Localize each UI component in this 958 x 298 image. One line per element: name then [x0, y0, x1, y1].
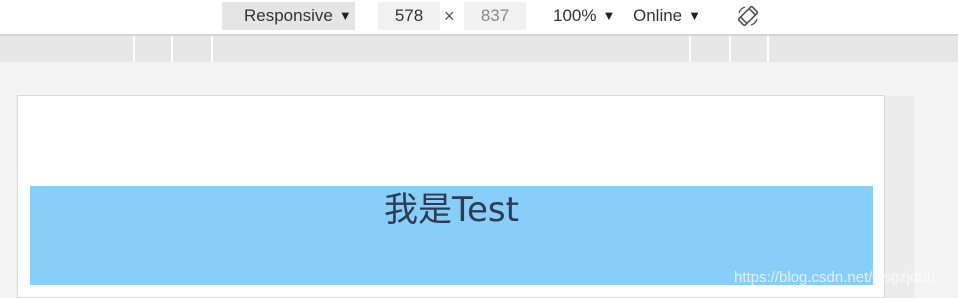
rotate-button[interactable]	[736, 4, 760, 28]
width-input[interactable]	[378, 2, 440, 30]
height-input[interactable]	[464, 2, 526, 30]
viewport-resize-handle[interactable]	[884, 96, 914, 298]
media-query-segment[interactable]	[729, 36, 731, 62]
chevron-down-icon: ▼	[602, 7, 616, 23]
watermark: https://blog.csdn.net/wsgzjdbb	[734, 269, 935, 286]
media-query-segment[interactable]	[211, 36, 213, 62]
media-query-segment[interactable]	[133, 36, 135, 62]
device-toolbar: Responsive ▼ × 100% ▼ Online ▼	[0, 0, 958, 34]
device-select-label: Responsive	[244, 6, 333, 25]
throttle-select[interactable]: Online ▼	[633, 2, 701, 30]
media-query-segment[interactable]	[171, 36, 173, 62]
media-query-bar	[0, 34, 958, 62]
rotate-icon	[737, 5, 759, 27]
device-viewport: 我是Test	[17, 95, 885, 298]
chevron-down-icon: ▼	[338, 7, 352, 23]
media-query-segment[interactable]	[689, 36, 691, 62]
device-select[interactable]: Responsive ▼	[222, 2, 355, 30]
media-query-segment[interactable]	[767, 36, 769, 62]
times-icon: ×	[444, 6, 455, 26]
zoom-select-label: 100%	[553, 6, 597, 25]
zoom-select[interactable]: 100% ▼	[553, 2, 615, 30]
chevron-down-icon: ▼	[688, 7, 702, 23]
throttle-select-label: Online	[633, 6, 683, 25]
test-heading: 我是Test	[384, 190, 519, 230]
